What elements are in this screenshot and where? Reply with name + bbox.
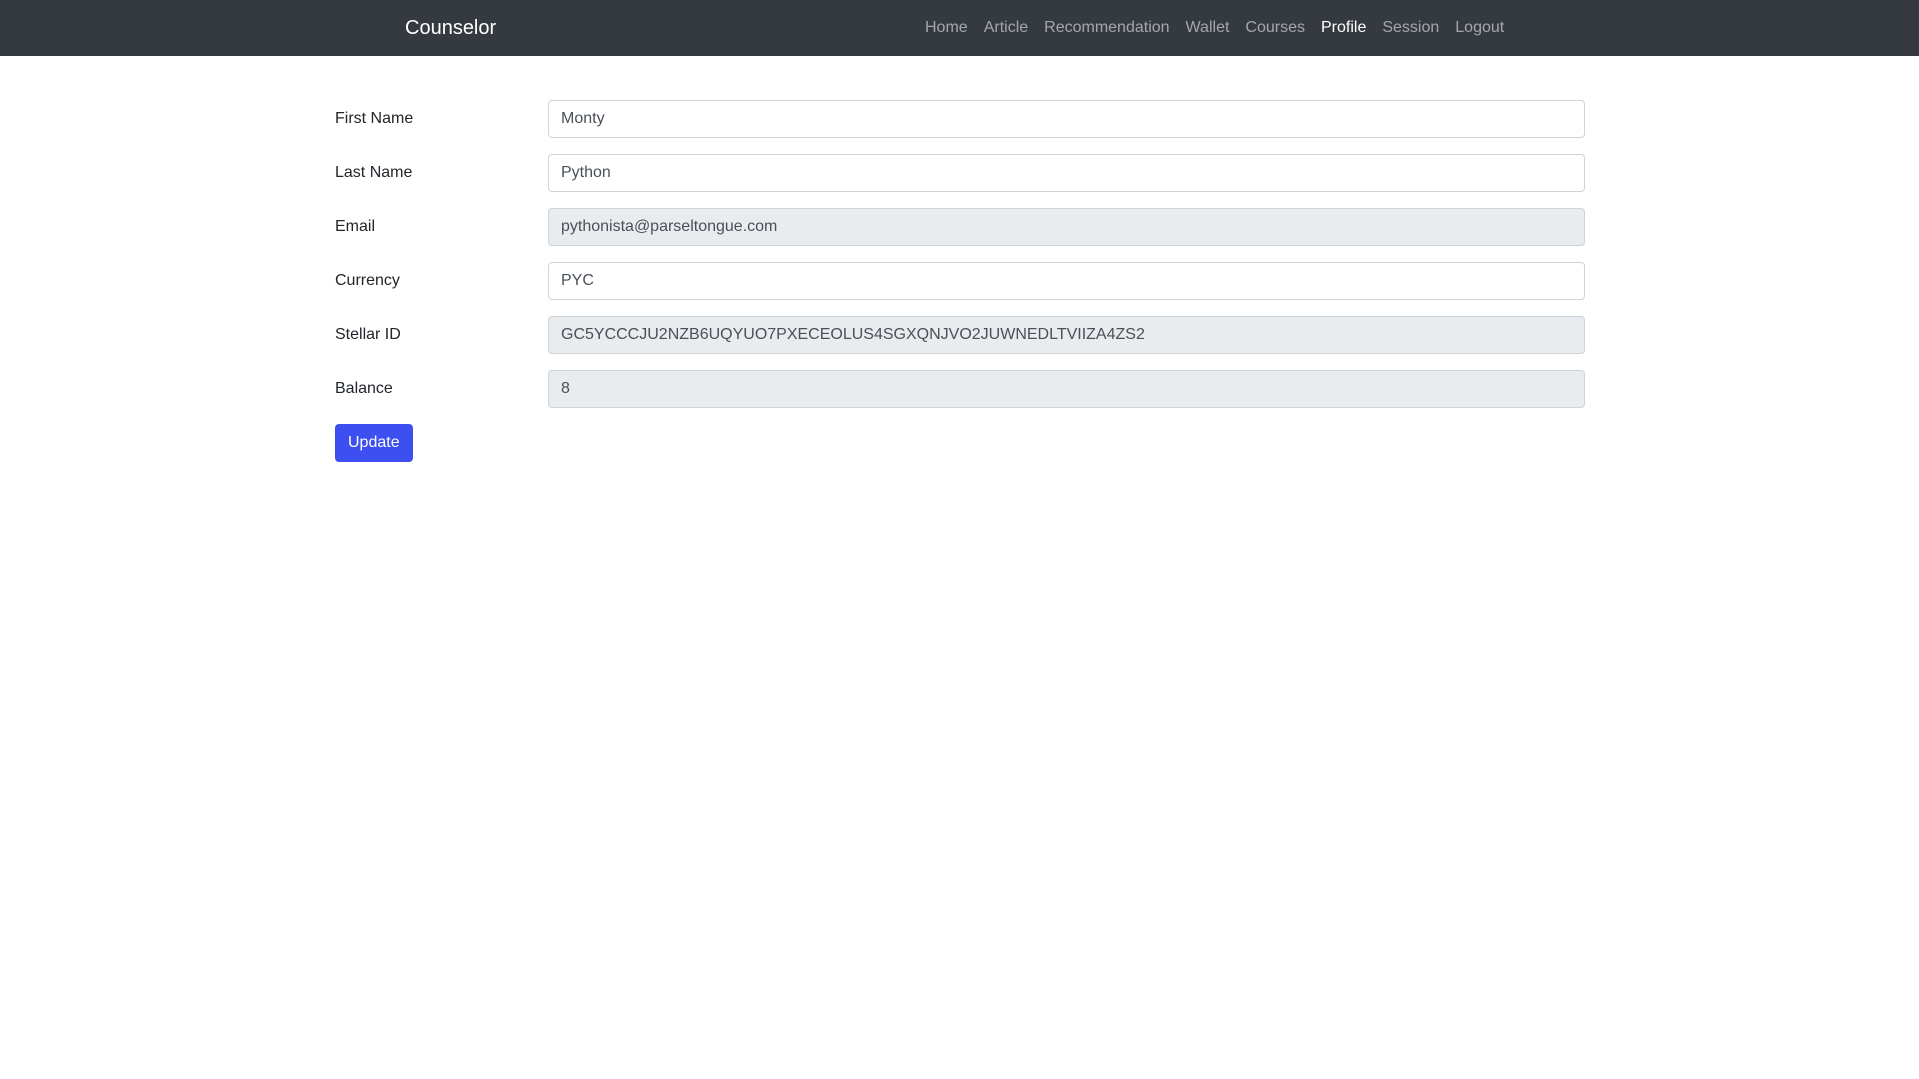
profile-form: First Name Last Name Email Currency Stel… xyxy=(335,100,1585,478)
first-name-input[interactable] xyxy=(548,100,1585,138)
update-button[interactable]: Update xyxy=(335,424,413,462)
nav-item-session[interactable]: Session xyxy=(1374,19,1447,37)
first-name-label: First Name xyxy=(335,110,414,127)
nav-item-wallet[interactable]: Wallet xyxy=(1178,19,1238,37)
nav-item-logout[interactable]: Logout xyxy=(1447,19,1512,37)
form-row-balance: Balance xyxy=(335,370,1585,408)
email-label: Email xyxy=(335,218,376,235)
stellar-id-label: Stellar ID xyxy=(335,326,401,343)
balance-input xyxy=(548,370,1585,408)
nav-item-profile[interactable]: Profile xyxy=(1313,19,1374,37)
nav-item-recommendation[interactable]: Recommendation xyxy=(1036,19,1177,37)
last-name-input[interactable] xyxy=(548,154,1585,192)
form-row-currency: Currency xyxy=(335,262,1585,300)
nav-item-courses[interactable]: Courses xyxy=(1237,19,1313,37)
currency-label: Currency xyxy=(335,272,400,289)
nav-item-article[interactable]: Article xyxy=(976,19,1036,37)
stellar-id-input xyxy=(548,316,1585,354)
last-name-label: Last Name xyxy=(335,164,413,181)
currency-input[interactable] xyxy=(548,262,1585,300)
form-row-last-name: Last Name xyxy=(335,154,1585,192)
nav-menu: Home Article Recommendation Wallet Cours… xyxy=(917,0,1512,56)
top-navbar: Counselor Home Article Recommendation Wa… xyxy=(0,0,1919,56)
balance-label: Balance xyxy=(335,380,393,397)
form-row-first-name: First Name xyxy=(335,100,1585,138)
brand-link[interactable]: Counselor xyxy=(405,0,496,56)
nav-item-home[interactable]: Home xyxy=(917,19,976,37)
form-row-email: Email xyxy=(335,208,1585,246)
form-row-actions: Update xyxy=(335,424,1585,462)
email-input xyxy=(548,208,1585,246)
form-row-stellar-id: Stellar ID xyxy=(335,316,1585,354)
